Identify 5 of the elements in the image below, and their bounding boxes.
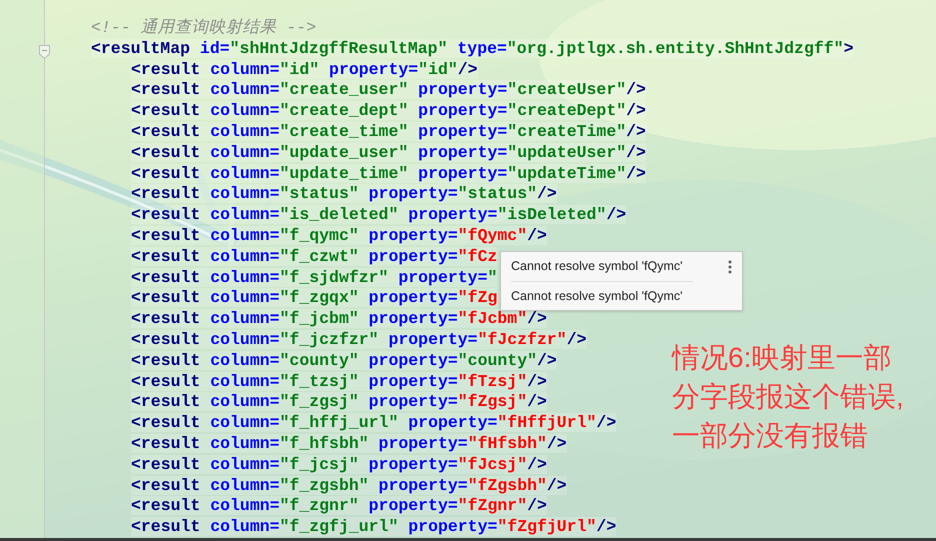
more-options-icon[interactable] bbox=[728, 260, 732, 274]
error-message: Cannot resolve symbol 'fQymc' bbox=[511, 288, 682, 305]
error-message: Cannot resolve symbol 'fQymc' bbox=[511, 258, 682, 276]
annotation-text: 情况6:映射里一部 分字段报这个错误, 一部分没有报错 bbox=[672, 341, 904, 453]
code-comment: <!-- 通用查询映射结果 --> bbox=[91, 18, 316, 37]
